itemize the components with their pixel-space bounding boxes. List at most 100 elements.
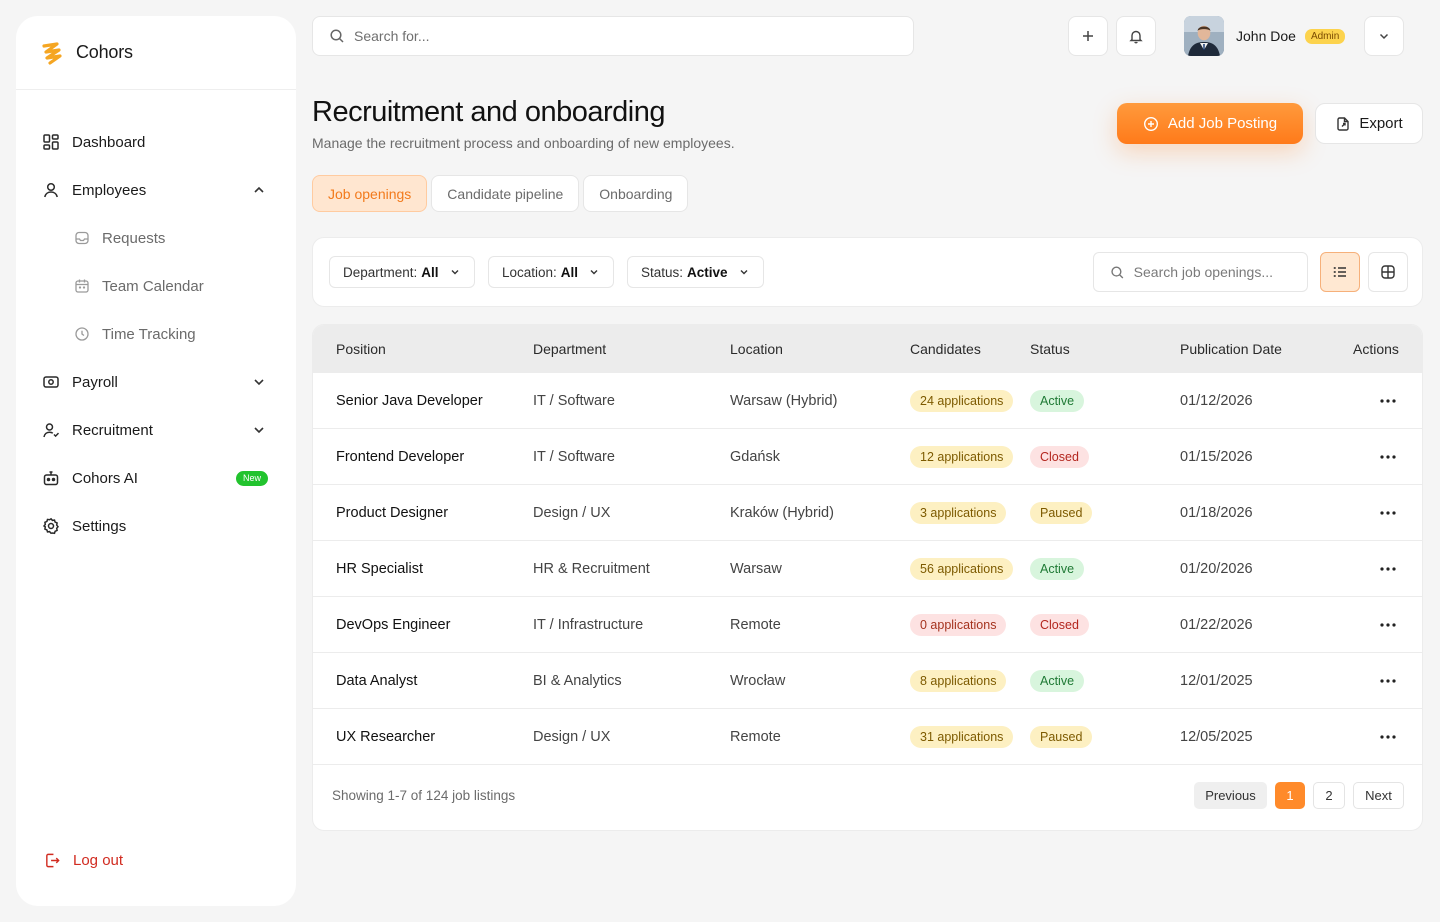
chevron-down-icon[interactable] <box>252 423 266 437</box>
position-cell: Data Analyst <box>336 672 418 689</box>
applications-badge[interactable]: 0 applications <box>910 613 1007 636</box>
brand[interactable]: Cohors <box>16 16 296 90</box>
sidebar-item-label: Dashboard <box>72 133 146 151</box>
more-horizontal-icon[interactable] <box>1378 391 1398 411</box>
bell-icon <box>1129 30 1143 44</box>
sidebar-item-payroll[interactable]: Payroll <box>16 358 296 406</box>
user-menu-toggle[interactable] <box>1364 16 1404 56</box>
logout-button[interactable]: Log out <box>16 836 123 884</box>
avatar[interactable] <box>1184 16 1224 56</box>
location-cell: Remote <box>730 616 781 633</box>
status-cell: Active <box>1030 653 1085 708</box>
sidebar-item-settings[interactable]: Settings <box>16 502 296 550</box>
applications-badge[interactable]: 24 applications <box>910 389 1014 412</box>
column-header-status[interactable]: Status <box>1030 325 1070 373</box>
sidebar-nav: Dashboard Employees Requests Team Calend… <box>16 118 296 550</box>
position-cell: Frontend Developer <box>336 448 465 465</box>
export-label: Export <box>1359 115 1403 132</box>
sidebar-item-recruitment[interactable]: Recruitment <box>16 406 296 454</box>
candidates-cell: 3 applications <box>910 485 1007 540</box>
sidebar-item-label: Payroll <box>72 373 118 391</box>
add-button[interactable] <box>1068 16 1108 56</box>
actions-cell <box>1353 653 1398 708</box>
status-cell: Paused <box>1030 485 1093 540</box>
table-row[interactable]: Product Designer Design / UX Kraków (Hyb… <box>313 485 1422 541</box>
sidebar-item-label: Cohors AI <box>72 469 138 487</box>
plus-icon <box>1083 31 1093 41</box>
status-filter[interactable]: Status: Active <box>627 256 764 288</box>
location-cell: Warsaw (Hybrid) <box>730 392 838 409</box>
table-row[interactable]: Data Analyst BI & Analytics Wrocław 8 ap… <box>313 653 1422 709</box>
global-search-input[interactable] <box>354 28 880 44</box>
actions-cell <box>1353 429 1398 484</box>
page-2-button[interactable]: 2 <box>1313 782 1345 809</box>
user-menu[interactable]: John Doe Admin <box>1184 16 1346 56</box>
job-search[interactable] <box>1093 252 1308 292</box>
applications-badge[interactable]: 56 applications <box>910 557 1014 580</box>
sidebar-item-time-tracking[interactable]: Time Tracking <box>16 310 296 358</box>
page-1-button[interactable]: 1 <box>1275 782 1305 809</box>
table-row[interactable]: Frontend Developer IT / Software Gdańsk … <box>313 429 1422 485</box>
clock-icon <box>75 327 89 341</box>
department-cell: Design / UX <box>533 728 611 745</box>
location-filter[interactable]: Location: All <box>488 256 615 288</box>
export-button[interactable]: Export <box>1315 103 1423 144</box>
filter-label: Location: <box>502 264 557 280</box>
plus-circle-icon <box>1143 116 1158 131</box>
sidebar-item-dashboard[interactable]: Dashboard <box>16 118 296 166</box>
status-cell: Paused <box>1030 709 1093 764</box>
table-row[interactable]: HR Specialist HR & Recruitment Warsaw 56… <box>313 541 1422 597</box>
more-horizontal-icon[interactable] <box>1378 671 1398 691</box>
add-job-posting-button[interactable]: Add Job Posting <box>1117 103 1303 144</box>
sidebar-item-label: Time Tracking <box>102 325 196 343</box>
sidebar-item-cohors-ai[interactable]: Cohors AI New <box>16 454 296 502</box>
column-header-location[interactable]: Location <box>730 325 783 373</box>
applications-badge[interactable]: 31 applications <box>910 725 1014 748</box>
notifications-button[interactable] <box>1116 16 1156 56</box>
list-view-button[interactable] <box>1320 252 1360 292</box>
column-header-candidates[interactable]: Candidates <box>910 325 981 373</box>
global-search[interactable] <box>312 16 914 56</box>
status-badge: Paused <box>1030 725 1093 748</box>
previous-page-button[interactable]: Previous <box>1194 782 1267 809</box>
applications-badge[interactable]: 8 applications <box>910 669 1007 692</box>
table-row[interactable]: DevOps Engineer IT / Infrastructure Remo… <box>313 597 1422 653</box>
table-row[interactable]: Senior Java Developer IT / Software Wars… <box>313 373 1422 429</box>
grid-view-button[interactable] <box>1368 252 1408 292</box>
chevron-down-icon <box>1379 33 1389 40</box>
logout-label: Log out <box>73 851 124 869</box>
candidates-cell: 0 applications <box>910 597 1007 652</box>
status-cell: Active <box>1030 541 1085 596</box>
sidebar-item-label: Settings <box>72 517 127 535</box>
more-horizontal-icon[interactable] <box>1378 727 1398 747</box>
column-header-publication-date[interactable]: Publication Date <box>1180 325 1282 373</box>
chevron-down-icon[interactable] <box>252 375 266 389</box>
next-page-button[interactable]: Next <box>1353 782 1404 809</box>
app-name: Cohors <box>76 42 133 62</box>
column-header-position[interactable]: Position <box>336 325 386 373</box>
more-horizontal-icon[interactable] <box>1378 503 1398 523</box>
export-icon <box>1337 116 1350 131</box>
applications-badge[interactable]: 12 applications <box>910 445 1014 468</box>
department-cell: BI & Analytics <box>533 672 622 689</box>
table-row[interactable]: UX Researcher Design / UX Remote 31 appl… <box>313 709 1422 765</box>
sidebar-item-requests[interactable]: Requests <box>16 214 296 262</box>
job-search-input[interactable] <box>1133 264 1307 280</box>
candidates-cell: 12 applications <box>910 429 1014 484</box>
sidebar-item-team-calendar[interactable]: Team Calendar <box>16 262 296 310</box>
date-cell: 12/01/2025 <box>1180 672 1253 689</box>
column-header-department[interactable]: Department <box>533 325 606 373</box>
sidebar-item-label: Employees <box>72 181 147 199</box>
tab-job-openings[interactable]: Job openings <box>312 175 428 212</box>
position-cell: DevOps Engineer <box>336 616 451 633</box>
department-filter[interactable]: Department: All <box>329 256 475 288</box>
tab-candidate-pipeline[interactable]: Candidate pipeline <box>431 175 580 212</box>
sidebar-item-employees[interactable]: Employees <box>16 166 296 214</box>
tab-onboarding[interactable]: Onboarding <box>583 175 689 212</box>
more-horizontal-icon[interactable] <box>1378 559 1398 579</box>
chevron-up-icon[interactable] <box>252 183 266 197</box>
more-horizontal-icon[interactable] <box>1378 615 1398 635</box>
applications-badge[interactable]: 3 applications <box>910 501 1007 524</box>
more-horizontal-icon[interactable] <box>1378 447 1398 467</box>
filter-label: Status: <box>641 264 684 280</box>
